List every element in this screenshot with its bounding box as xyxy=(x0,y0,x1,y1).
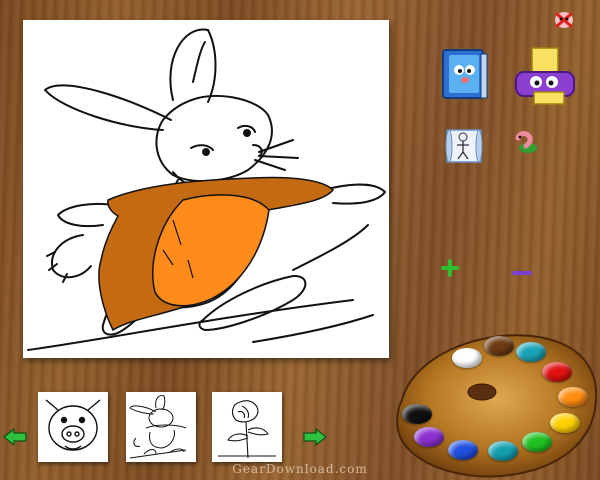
paint-brown[interactable] xyxy=(484,336,514,356)
paint-black[interactable] xyxy=(402,404,432,424)
previous-page-arrow-icon[interactable] xyxy=(2,427,28,447)
paint-green[interactable] xyxy=(522,432,552,452)
paint-white[interactable] xyxy=(452,348,482,368)
printer-icon[interactable] xyxy=(512,46,578,108)
watermark-text: GearDownload.com xyxy=(232,462,368,476)
paint-blue[interactable] xyxy=(448,440,478,460)
paint-cyan[interactable] xyxy=(488,441,518,461)
paint-purple[interactable] xyxy=(414,427,444,447)
worm-icon[interactable] xyxy=(512,128,542,154)
book-icon[interactable] xyxy=(437,46,493,102)
paint-yellow[interactable] xyxy=(550,413,580,433)
paint-orange[interactable] xyxy=(558,387,588,407)
next-page-arrow-icon[interactable] xyxy=(302,427,328,447)
thumbnail-flower[interactable] xyxy=(212,392,282,462)
color-palette xyxy=(392,330,600,480)
plus-icon[interactable] xyxy=(441,259,459,277)
paint-red[interactable] xyxy=(542,362,572,382)
rabbit-head xyxy=(155,94,273,182)
drawing-canvas[interactable] xyxy=(23,20,389,358)
minus-icon[interactable] xyxy=(512,263,532,275)
picture-scroll-icon[interactable] xyxy=(443,126,485,166)
thumbnail-rabbit[interactable] xyxy=(126,392,196,462)
rabbit-right-ear xyxy=(169,28,217,103)
close-icon[interactable] xyxy=(553,10,575,30)
rabbit-left-ear xyxy=(44,84,172,131)
paint-teal[interactable] xyxy=(516,342,546,362)
rabbit-drawing[interactable] xyxy=(23,20,389,358)
thumbnail-pig[interactable] xyxy=(38,392,108,462)
